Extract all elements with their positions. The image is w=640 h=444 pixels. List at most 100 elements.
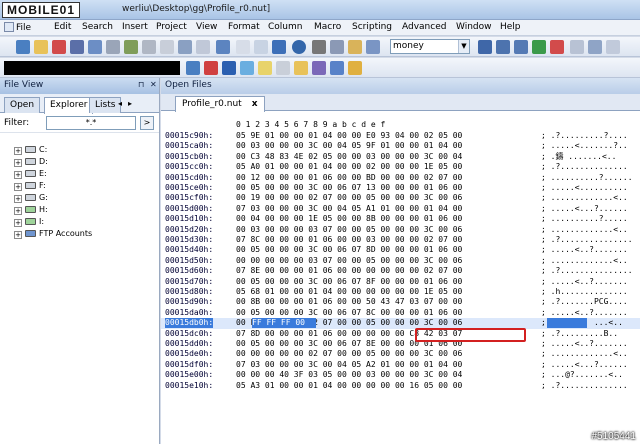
hex-row-bytes[interactable]: 07 03 00 00 00 3C 00 04 05 A2 01 00 00 0… bbox=[236, 360, 462, 370]
save-icon[interactable] bbox=[70, 40, 84, 54]
close-icon[interactable]: ✕ bbox=[150, 80, 157, 89]
hex-row-ascii[interactable]: ; .............<.. bbox=[541, 225, 628, 235]
hex-row-bytes[interactable]: 05 A3 01 00 00 01 04 00 00 00 00 00 16 0… bbox=[236, 381, 462, 391]
hex-row[interactable]: 00015cf0h: 00 19 00 00 00 02 07 00 00 05 … bbox=[161, 193, 640, 203]
macro-icon[interactable] bbox=[588, 40, 602, 54]
print-preview-icon[interactable] bbox=[142, 40, 156, 54]
page-setup-icon[interactable] bbox=[160, 40, 174, 54]
hex-row-bytes[interactable]: 00 C3 48 83 4E 02 05 00 00 03 00 00 00 3… bbox=[236, 152, 462, 162]
menu-column[interactable]: Column bbox=[268, 22, 302, 32]
hex-row-bytes[interactable]: 00 00 00 00 00 03 07 00 00 05 00 00 00 3… bbox=[236, 256, 462, 266]
menu-file[interactable]: File bbox=[4, 22, 31, 33]
hex-row-bytes[interactable]: 00 04 00 00 00 1E 05 00 00 8B 00 00 00 0… bbox=[236, 214, 462, 224]
tree-item-ftp[interactable]: + FTP Accounts bbox=[14, 229, 92, 241]
ie-icon[interactable] bbox=[240, 61, 254, 75]
tree-item-h[interactable]: + H: bbox=[14, 205, 48, 217]
lightbulb-icon[interactable] bbox=[258, 61, 272, 75]
hex-mode-icon[interactable] bbox=[216, 40, 230, 54]
hex-row-bytes[interactable]: 00 12 00 00 00 01 06 00 00 BD 00 00 00 0… bbox=[236, 173, 462, 183]
hex-row[interactable]: 00015d60h: 07 8E 00 00 00 01 06 00 00 00 … bbox=[161, 266, 640, 276]
hex-row[interactable]: 00015db0h: 00 FF FF FF 00 02 07 00 00 05 … bbox=[161, 318, 640, 329]
list-icon[interactable] bbox=[272, 40, 286, 54]
hex-row-ascii[interactable]: ; .....<..?....... bbox=[541, 339, 628, 349]
cut-icon[interactable] bbox=[312, 40, 326, 54]
hex-row[interactable]: 00015ce0h: 00 05 00 00 00 3C 00 06 07 13 … bbox=[161, 183, 640, 193]
hex-row-bytes[interactable]: 00 19 00 00 00 02 07 00 00 05 00 00 00 3… bbox=[236, 193, 462, 203]
menu-advanced[interactable]: Advanced bbox=[402, 22, 446, 32]
hex-row[interactable]: 00015dd0h: 00 05 00 00 00 3C 00 06 07 8E … bbox=[161, 339, 640, 349]
hex-row-ascii[interactable]: ; .?............... bbox=[541, 235, 633, 245]
hex-row-ascii[interactable]: ; ..........?..... bbox=[541, 214, 628, 224]
hex-row-bytes[interactable]: 05 68 01 00 00 01 04 00 00 00 00 00 00 1… bbox=[236, 287, 462, 297]
hex-row[interactable]: 00015de0h: 00 00 00 00 00 02 07 00 00 05 … bbox=[161, 349, 640, 359]
hex-row-ascii[interactable]: ; .....<..?....... bbox=[541, 277, 628, 287]
bookmark-icon[interactable] bbox=[570, 40, 584, 54]
tab-lists[interactable]: Lists bbox=[89, 97, 122, 113]
menu-macro[interactable]: Macro bbox=[314, 22, 341, 32]
new-file-icon[interactable] bbox=[16, 40, 30, 54]
search-combo[interactable]: money ▼ bbox=[390, 39, 470, 54]
hex-row-ascii[interactable]: ; .....<...?...... bbox=[541, 204, 628, 214]
tree-item-e[interactable]: + E: bbox=[14, 169, 47, 181]
tab-scroll-left-icon[interactable]: ◂ bbox=[118, 99, 122, 108]
hex-row-ascii[interactable]: ; .............<.. bbox=[541, 349, 628, 359]
expand-icon[interactable]: + bbox=[14, 219, 22, 227]
hex-row[interactable]: 00015d90h: 00 8B 00 00 00 01 06 00 00 50 … bbox=[161, 297, 640, 307]
hex-row-bytes[interactable]: 00 03 00 00 00 3C 00 04 05 9F 01 00 00 0… bbox=[236, 141, 462, 151]
hex-row-bytes[interactable]: 05 9E 01 00 00 01 04 00 00 E0 93 04 00 0… bbox=[236, 131, 462, 141]
hex-row-ascii[interactable]: ; .............<.. bbox=[541, 193, 628, 203]
hex-row-ascii[interactable]: ; .?.........?.... bbox=[541, 131, 628, 141]
menu-window[interactable]: Window bbox=[456, 22, 492, 32]
save-all-icon[interactable] bbox=[88, 40, 102, 54]
expand-icon[interactable]: + bbox=[14, 231, 22, 239]
hex-row-bytes[interactable]: 00 05 00 00 00 3C 00 06 07 8D 00 00 00 0… bbox=[236, 245, 462, 255]
hex-row[interactable]: 00015cc0h: 05 A0 01 00 00 01 04 00 00 02 … bbox=[161, 162, 640, 172]
hex-row-bytes[interactable]: 00 05 00 00 00 3C 00 06 07 8F 00 00 00 0… bbox=[236, 277, 462, 287]
tree-item-g[interactable]: + G: bbox=[14, 193, 48, 205]
hex-row-bytes[interactable]: 00 05 00 00 00 3C 00 06 07 8C 00 00 00 0… bbox=[236, 308, 462, 318]
word-icon[interactable] bbox=[222, 61, 236, 75]
hex-row[interactable]: 00015d20h: 00 03 00 00 00 03 07 00 00 05 … bbox=[161, 225, 640, 235]
hex-row-bytes[interactable]: 00 03 00 00 00 03 07 00 00 05 00 00 00 3… bbox=[236, 225, 462, 235]
menu-format[interactable]: Format bbox=[228, 22, 260, 32]
notes-icon[interactable] bbox=[294, 61, 308, 75]
hex-row[interactable]: 00015cb0h: 00 C3 48 83 4E 02 05 00 00 03 … bbox=[161, 152, 640, 162]
expand-icon[interactable]: + bbox=[14, 207, 22, 215]
hex-row-ascii[interactable]: ; .....<..?....... bbox=[541, 245, 628, 255]
hex-row-ascii[interactable]: ; .鑄 .......<.. bbox=[541, 152, 616, 162]
hex-row-ascii[interactable]: ; .....<.......?.. bbox=[541, 141, 628, 151]
hex-row[interactable]: 00015da0h: 00 05 00 00 00 3C 00 06 07 8C … bbox=[161, 308, 640, 318]
tab-explorer[interactable]: Explorer bbox=[44, 97, 94, 114]
notepad-icon[interactable] bbox=[276, 61, 290, 75]
run-icon[interactable] bbox=[532, 40, 546, 54]
hex-row[interactable]: 00015d00h: 07 03 00 00 00 3C 00 04 05 A1 … bbox=[161, 204, 640, 214]
hex-row-ascii[interactable]: ; .h.............. bbox=[541, 287, 628, 297]
hex-row-ascii[interactable]: ; .....<..?....... bbox=[541, 308, 628, 318]
selected-ascii[interactable] bbox=[547, 318, 587, 329]
options-icon[interactable] bbox=[606, 40, 620, 54]
hex-row[interactable]: 00015d10h: 00 04 00 00 00 1E 05 00 00 8B … bbox=[161, 214, 640, 224]
pdf-icon[interactable] bbox=[204, 61, 218, 75]
expand-icon[interactable]: + bbox=[14, 147, 22, 155]
hex-row-ascii[interactable]: ; .....<.......... bbox=[541, 183, 628, 193]
chevron-down-icon[interactable]: ▼ bbox=[458, 40, 469, 53]
copy-icon[interactable] bbox=[330, 40, 344, 54]
hex-row[interactable]: 00015e00h: 00 00 00 40 3F 03 05 00 00 03 … bbox=[161, 370, 640, 380]
hex-row[interactable]: 00015cd0h: 00 12 00 00 00 01 06 00 00 BD … bbox=[161, 173, 640, 183]
hex-row-bytes[interactable]: 07 8C 00 00 00 01 06 00 00 03 00 00 00 0… bbox=[236, 235, 462, 245]
globe-icon[interactable] bbox=[292, 40, 306, 54]
menu-view[interactable]: View bbox=[196, 22, 217, 32]
hex-row[interactable]: 00015d40h: 00 05 00 00 00 3C 00 06 07 8D … bbox=[161, 245, 640, 255]
hex-row-ascii[interactable]: ; .?............... bbox=[541, 266, 633, 276]
hex-row[interactable]: 00015d80h: 05 68 01 00 00 01 04 00 00 00 … bbox=[161, 287, 640, 297]
tab-profile-file[interactable]: Profile_r0.nut x bbox=[175, 96, 265, 112]
hex-row-ascii[interactable]: ; ..........?...... bbox=[541, 173, 633, 183]
pin-icon[interactable]: ⊓ bbox=[138, 80, 144, 89]
explorer-icon[interactable] bbox=[348, 61, 362, 75]
hex-row[interactable]: 00015d30h: 07 8C 00 00 00 01 06 00 00 03 … bbox=[161, 235, 640, 245]
open-folder-icon[interactable] bbox=[34, 40, 48, 54]
column-mode-icon[interactable] bbox=[236, 40, 250, 54]
hex-row[interactable]: 00015dc0h: 07 8D 00 00 00 01 06 00 00 00 … bbox=[161, 329, 640, 339]
hex-row-ascii[interactable]: ; .............<.. bbox=[541, 256, 628, 266]
hex-row-bytes[interactable]: 00 05 00 00 00 3C 00 06 07 13 00 00 00 0… bbox=[236, 183, 462, 193]
